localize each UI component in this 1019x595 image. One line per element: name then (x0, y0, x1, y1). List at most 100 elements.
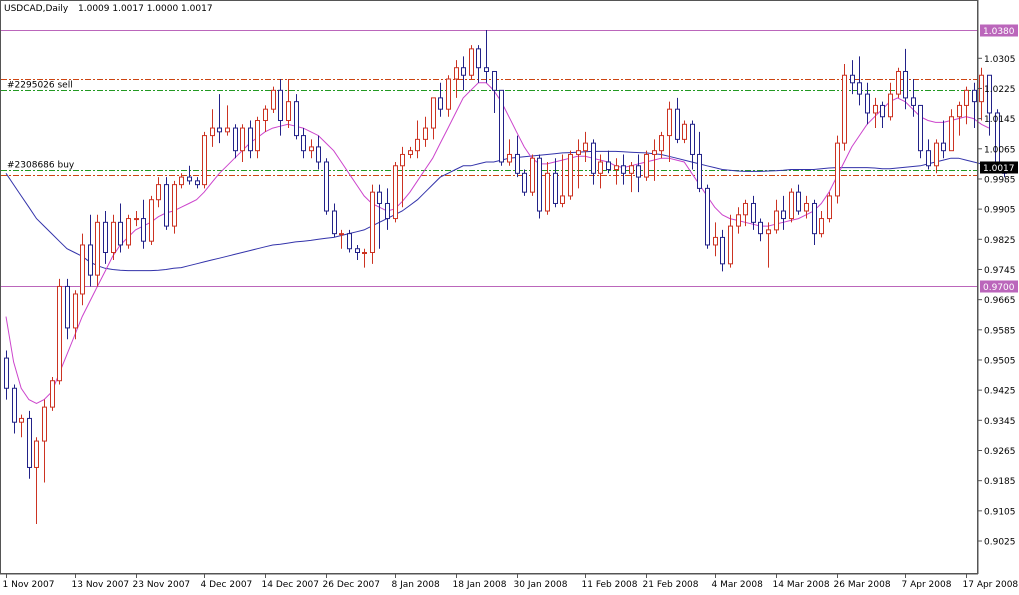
candle-body (233, 127, 238, 152)
candle-body (4, 357, 9, 389)
chart-window[interactable]: #2295026 sell #2308686 buy 1.0305 1.0225 1.… (0, 0, 1019, 591)
candle[interactable] (172, 180, 177, 234)
price-tick-label: 0.9745 (984, 266, 1016, 276)
candle-body (111, 221, 116, 254)
time-tick-label: 30 Jan 2008 (514, 580, 568, 590)
candle-body (568, 153, 573, 197)
candle-body (278, 89, 283, 122)
candle-body (19, 417, 24, 423)
candle-body (309, 146, 314, 152)
candle-body (134, 218, 139, 221)
time-tick-label: 13 Nov 2007 (72, 580, 130, 590)
price-tick-label: 0.9265 (984, 447, 1016, 457)
candle[interactable] (568, 150, 573, 200)
time-tick-label: 18 Jan 2008 (453, 580, 507, 590)
candle-body (537, 157, 542, 212)
candle[interactable] (537, 154, 542, 219)
candle-body (27, 417, 32, 468)
candle[interactable] (918, 104, 923, 159)
candle-body (187, 176, 192, 182)
candle-body (873, 104, 878, 114)
candle-body (652, 150, 657, 155)
candle[interactable] (705, 184, 710, 249)
candle-body (766, 229, 771, 235)
candle[interactable] (271, 86, 276, 113)
time-tick-label: 26 Mar 2008 (834, 580, 891, 590)
time-tick-label: 26 Dec 2007 (323, 580, 381, 590)
candle-body (332, 210, 337, 235)
candle-body (339, 233, 344, 236)
candle[interactable] (789, 188, 794, 223)
candle-body (408, 150, 413, 155)
candle[interactable] (522, 169, 527, 196)
candle-body (377, 191, 382, 204)
candle-body (903, 70, 908, 99)
price-tick-label: 0.9105 (984, 507, 1016, 517)
candle-body (149, 199, 154, 242)
candle-body (156, 184, 161, 201)
candle-body (781, 210, 786, 220)
price-tick-label: 0.9025 (984, 538, 1016, 548)
candle-body (522, 172, 527, 193)
candle[interactable] (842, 63, 847, 151)
candle-body (271, 89, 276, 110)
candle-body (835, 142, 840, 197)
candle-body (553, 172, 558, 204)
candle[interactable] (896, 67, 901, 98)
candle-body (865, 93, 870, 114)
candle-body (172, 184, 177, 227)
candle[interactable] (835, 135, 840, 204)
candle[interactable] (530, 154, 535, 196)
candle-body (95, 221, 100, 276)
candlestick-chart[interactable]: #2295026 sell #2308686 buy 1.0305 1.0225 1.… (0, 0, 1019, 591)
candle-body (918, 104, 923, 152)
candle[interactable] (370, 184, 375, 264)
candle[interactable] (827, 192, 832, 223)
candle[interactable] (126, 214, 131, 249)
candle-body (964, 89, 969, 106)
price-tick-label: 0.9985 (984, 175, 1016, 185)
candle[interactable] (149, 195, 154, 245)
time-tick-label: 8 Jan 2008 (392, 580, 440, 590)
candle-body (796, 191, 801, 212)
price-tick-label: 1.0305 (984, 55, 1016, 65)
candle-body (286, 101, 291, 122)
candle[interactable] (682, 120, 687, 144)
candle-body (957, 104, 962, 118)
candle[interactable] (347, 229, 352, 253)
candle-body (141, 218, 146, 242)
candle-body (324, 161, 329, 212)
candle-body (812, 202, 817, 235)
candle-body (583, 142, 588, 152)
price-tick-label: 1.0225 (984, 85, 1016, 95)
candle-body (385, 202, 390, 220)
candle-body (88, 244, 93, 276)
price-tick-label: 0.9425 (984, 387, 1016, 397)
candle-body (621, 165, 626, 174)
candle[interactable] (644, 150, 649, 181)
candle-body (515, 153, 520, 174)
candle-body (263, 108, 268, 122)
candle-body (431, 97, 436, 129)
candle-body (294, 101, 299, 137)
candle[interactable] (50, 376, 55, 411)
candle-body (50, 380, 55, 408)
candle[interactable] (164, 177, 169, 230)
candle-body (195, 180, 200, 186)
candle[interactable] (393, 161, 398, 223)
candle-body (941, 142, 946, 152)
candle[interactable] (57, 278, 62, 385)
candle-body (393, 165, 398, 220)
candle-body (423, 127, 428, 140)
price-tick-label: 0.9505 (984, 356, 1016, 366)
candle[interactable] (202, 131, 207, 189)
candle[interactable] (499, 89, 504, 166)
candle-body (545, 172, 550, 212)
candle-body (461, 67, 466, 76)
time-tick-label: 17 Apr 2008 (963, 580, 1019, 590)
candle-body (362, 252, 367, 255)
buy-order-line-label: #2308686 buy (7, 161, 75, 171)
candle[interactable] (469, 45, 474, 80)
candle[interactable] (324, 158, 329, 215)
candle-body (484, 67, 489, 72)
